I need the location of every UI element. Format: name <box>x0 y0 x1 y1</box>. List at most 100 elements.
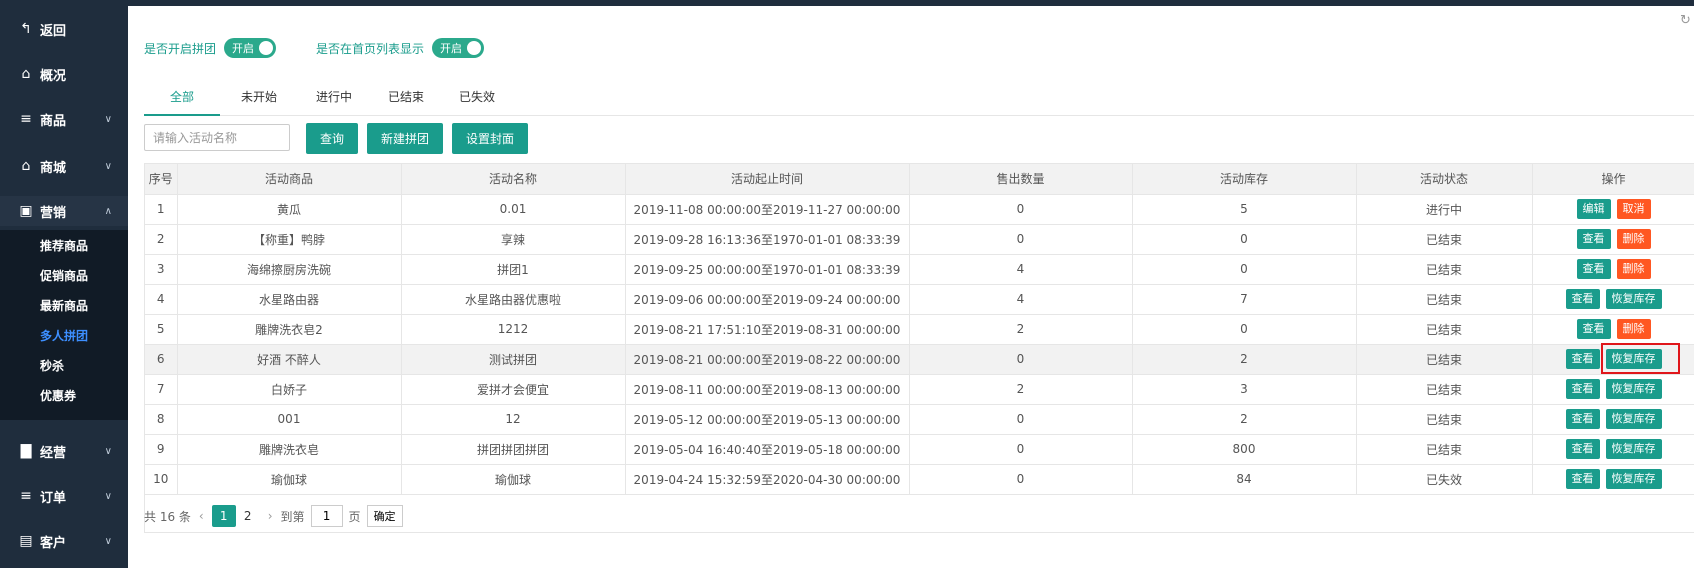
cell-activity-name: 拼团拼团拼团 <box>400 433 626 465</box>
cell-index: 9 <box>145 433 178 465</box>
action-button[interactable]: 恢复库存 <box>1605 409 1662 429</box>
cell-sold: 2 <box>908 373 1133 405</box>
action-button[interactable]: 查看 <box>1565 349 1600 369</box>
cell-product: 雕牌洗衣皂 <box>176 433 402 465</box>
cell-status: 已结束 <box>1355 343 1533 375</box>
sidebar-item-customers[interactable]: ▤ 客户 ∨ <box>0 526 128 556</box>
goto-page-input[interactable] <box>310 505 343 527</box>
sidebar-item-operation[interactable]: ▇ 经营 ∨ <box>0 436 128 466</box>
chevron-down-icon: ∨ <box>104 160 112 172</box>
sidebar-item-label: 返回 <box>40 23 67 39</box>
set-cover-button[interactable]: 设置封面 <box>452 123 528 154</box>
action-button[interactable]: 查看 <box>1565 289 1600 309</box>
submenu-recommended[interactable]: 推荐商品 <box>0 230 128 260</box>
action-button[interactable]: 查看 <box>1565 379 1600 399</box>
cell-index: 8 <box>145 403 178 435</box>
next-page-icon[interactable]: › <box>268 509 273 523</box>
submenu-coupon[interactable]: 优惠券 <box>0 380 128 410</box>
cell-index: 10 <box>145 463 178 495</box>
action-button[interactable]: 查看 <box>1565 469 1600 489</box>
action-button[interactable]: 查看 <box>1565 439 1600 459</box>
action-button[interactable]: 查看 <box>1565 409 1600 429</box>
action-button[interactable]: 恢复库存 <box>1605 349 1662 369</box>
id-card-icon: ▤ <box>19 533 33 549</box>
action-button[interactable]: 恢复库存 <box>1605 379 1662 399</box>
action-button[interactable]: 删除 <box>1616 229 1651 249</box>
cell-product: 瑜伽球 <box>176 463 402 495</box>
cell-sold: 4 <box>908 253 1133 285</box>
column-header: 序号 <box>145 164 178 195</box>
cell-index: 7 <box>145 373 178 405</box>
cell-index: 1 <box>145 193 178 225</box>
action-button[interactable]: 编辑 <box>1576 199 1611 219</box>
cell-sold: 0 <box>908 403 1133 435</box>
table-row: 6 好酒 不醉人 测试拼团 2019-08-21 00:00:00至2019-08-2… <box>145 343 1694 375</box>
cell-stock: 800 <box>1131 433 1357 465</box>
prev-page-icon[interactable]: ‹ <box>199 509 204 523</box>
cell-stock: 2 <box>1131 343 1357 375</box>
cell-status: 进行中 <box>1355 193 1533 225</box>
column-header: 活动商品 <box>176 164 402 195</box>
bar-chart-icon: ▇ <box>20 443 32 459</box>
cell-sold: 0 <box>908 433 1133 465</box>
page-unit: 页 <box>348 509 361 524</box>
activity-search-input[interactable] <box>144 124 290 151</box>
action-button[interactable]: 查看 <box>1576 229 1611 249</box>
page-number-1[interactable]: 1 <box>211 505 236 527</box>
tab-expired[interactable]: 已失效 <box>442 78 512 116</box>
submenu-flash-sale[interactable]: 秒杀 <box>0 350 128 380</box>
table-row: 2 【称重】鸭脖 享辣 2019-09-28 16:13:36至1970-01-01 … <box>145 223 1694 255</box>
page-number-2[interactable]: 2 <box>236 505 260 527</box>
status-tabs: 全部 未开始 进行中 已结束 已失效 <box>144 78 1694 116</box>
action-button[interactable]: 恢复库存 <box>1605 469 1662 489</box>
sidebar-item-label: 概况 <box>40 68 67 84</box>
tab-in-progress[interactable]: 进行中 <box>298 78 370 116</box>
cell-time-range: 2019-05-12 00:00:00至2019-05-13 00:00:00 <box>624 403 910 435</box>
action-button[interactable]: 删除 <box>1616 259 1651 279</box>
chevron-down-icon: ∨ <box>104 490 112 502</box>
action-button[interactable]: 删除 <box>1616 319 1651 339</box>
query-button[interactable]: 查询 <box>306 123 358 154</box>
tab-ended[interactable]: 已结束 <box>370 78 442 116</box>
enable-group-switch[interactable]: 开启 <box>224 38 277 58</box>
submenu-newest[interactable]: 最新商品 <box>0 290 128 320</box>
cell-product: 雕牌洗衣皂2 <box>176 313 402 345</box>
cell-product: 好酒 不醉人 <box>176 343 402 375</box>
tab-not-started[interactable]: 未开始 <box>220 78 298 116</box>
cell-stock: 0 <box>1131 313 1357 345</box>
action-button[interactable]: 取消 <box>1616 199 1651 219</box>
refresh-icon[interactable]: ↻ <box>1680 13 1694 28</box>
cell-product: 001 <box>176 403 402 435</box>
sidebar-item-products[interactable]: ≡ 商品 ∨ <box>0 104 128 134</box>
new-group-button[interactable]: 新建拼团 <box>367 123 443 154</box>
cell-status: 已失效 <box>1355 463 1533 495</box>
cell-activity-name: 爱拼才会便宜 <box>400 373 626 405</box>
cell-activity-name: 1212 <box>400 313 626 345</box>
cell-time-range: 2019-08-21 17:51:10至2019-08-31 00:00:00 <box>624 313 910 345</box>
cell-stock: 84 <box>1131 463 1357 495</box>
action-button[interactable]: 恢复库存 <box>1605 289 1662 309</box>
sidebar-item-marketing[interactable]: ▣ 营销 ∧ <box>0 196 128 226</box>
submenu-group-buy[interactable]: 多人拼团 <box>0 320 128 350</box>
action-button[interactable]: 查看 <box>1576 319 1611 339</box>
tab-all[interactable]: 全部 <box>144 78 220 116</box>
sidebar-item-back[interactable]: ↰ 返回 <box>0 14 128 44</box>
cell-sold: 0 <box>908 223 1133 255</box>
sidebar-item-overview[interactable]: ⌂ 概况 <box>0 59 128 89</box>
action-button[interactable]: 恢复库存 <box>1605 439 1662 459</box>
switch-knob <box>467 41 482 55</box>
action-button[interactable]: 查看 <box>1576 259 1611 279</box>
cell-actions: 编辑 取消 <box>1531 193 1694 225</box>
switch-state: 开启 <box>232 42 255 55</box>
submenu-promotion[interactable]: 促销商品 <box>0 260 128 290</box>
list-icon: ≡ <box>20 488 32 504</box>
cell-activity-name: 拼团1 <box>400 253 626 285</box>
goto-confirm-button[interactable]: 确定 <box>366 505 403 527</box>
cell-sold: 0 <box>908 193 1133 225</box>
sidebar: ↰ 返回 ⌂ 概况 ≡ 商品 ∨ ⌂ 商城 ∨ ▣ 营销 ∧ 推荐商品 促销商品… <box>0 0 128 568</box>
sidebar-item-orders[interactable]: ≡ 订单 ∨ <box>0 481 128 511</box>
show-home-switch[interactable]: 开启 <box>432 38 485 58</box>
sidebar-item-mall[interactable]: ⌂ 商城 ∨ <box>0 151 128 181</box>
cell-stock: 2 <box>1131 403 1357 435</box>
table-row: 4 水星路由器 水星路由器优惠啦 2019-09-06 00:00:00至2019-0… <box>145 283 1694 315</box>
